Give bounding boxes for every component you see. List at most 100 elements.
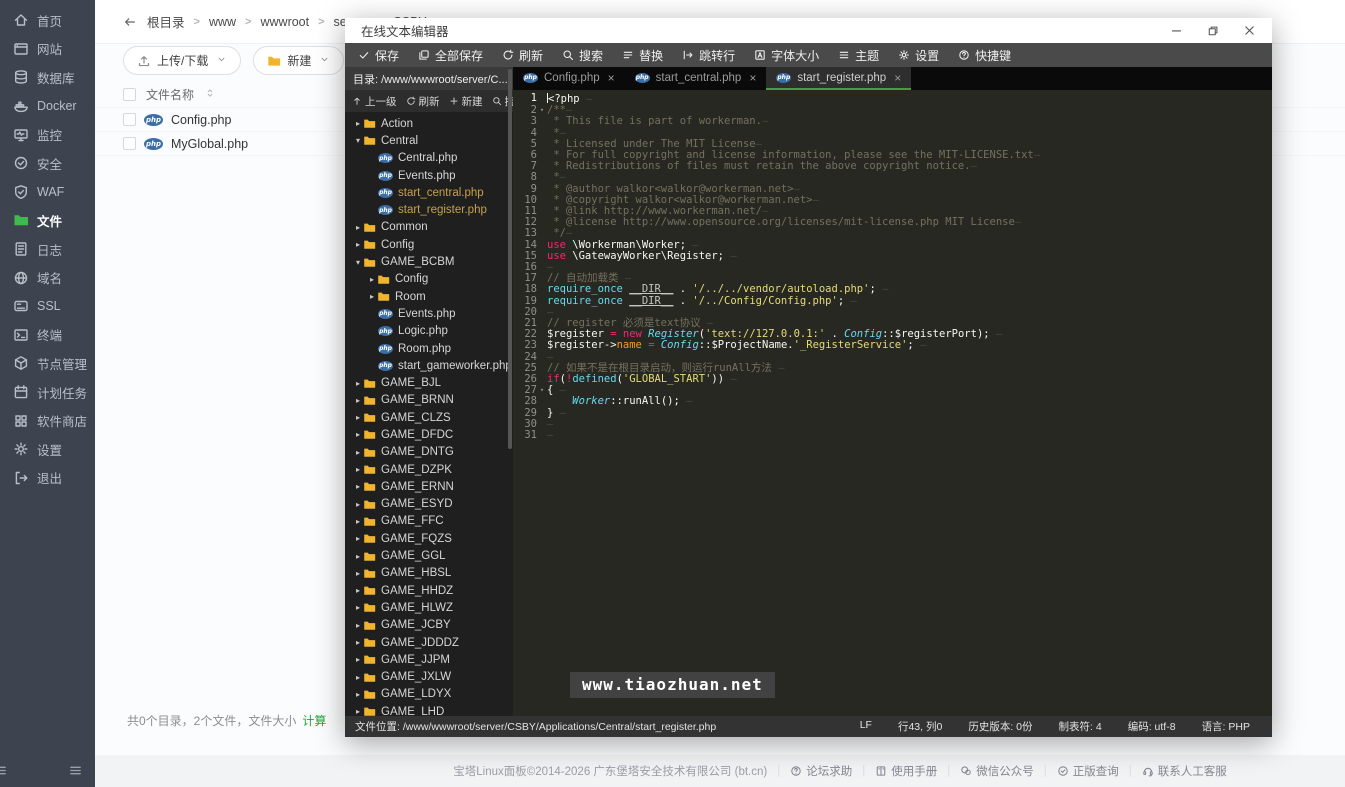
close-icon[interactable] (1243, 24, 1256, 37)
sidebar-item-日志[interactable]: 日志 (0, 235, 95, 264)
footer-link-联系人工客服[interactable]: 联系人工客服 (1142, 763, 1227, 779)
tree-folder-Config[interactable]: ▸Config (345, 236, 513, 253)
breadcrumb-item[interactable]: wwwroot (260, 15, 309, 29)
设置-button[interactable]: 设置 (898, 47, 939, 64)
tree-folder-GAME_DFDC[interactable]: ▸GAME_DFDC (345, 426, 513, 443)
tree-folder-GAME_JDDDZ[interactable]: ▸GAME_JDDDZ (345, 634, 513, 651)
tree-file-Events.php[interactable]: phpEvents.php (345, 167, 513, 184)
code-line[interactable]: 15use \GatewayWorker\Register; – (513, 251, 1272, 262)
tree-新建-button[interactable]: 新建 (449, 94, 483, 109)
collapse-menu-icon[interactable] (68, 763, 83, 783)
tree-folder-GAME_HBSL[interactable]: ▸GAME_HBSL (345, 565, 513, 582)
tree-file-Logic.php[interactable]: phpLogic.php (345, 323, 513, 340)
footer-link-论坛求助[interactable]: 论坛求助 (790, 763, 852, 779)
sidebar-item-WAF[interactable]: WAF (0, 178, 95, 207)
tree-folder-Common[interactable]: ▸Common (345, 219, 513, 236)
tree-folder-GAME_JCBY[interactable]: ▸GAME_JCBY (345, 617, 513, 634)
code-line[interactable]: 23$register->name = Config::$ProjectName… (513, 340, 1272, 351)
tree-folder-GAME_DNTG[interactable]: ▸GAME_DNTG (345, 444, 513, 461)
tree-folder-GAME_LDYX[interactable]: ▸GAME_LDYX (345, 686, 513, 703)
刷新-button[interactable]: 刷新 (502, 47, 543, 64)
sidebar-item-节点管理[interactable]: 节点管理 (0, 349, 95, 378)
tree-folder-GAME_GGL[interactable]: ▸GAME_GGL (345, 547, 513, 564)
code-line[interactable]: 12 * @license http://www.opensource.org/… (513, 217, 1272, 228)
上传/下载-button[interactable]: 上传/下载 (123, 46, 241, 75)
sidebar-item-首页[interactable]: 首页 (0, 6, 95, 35)
tree-file-start_register.php[interactable]: phpstart_register.php (345, 201, 513, 218)
tab-close-icon[interactable]: × (749, 71, 756, 85)
tab-close-icon[interactable]: × (608, 71, 615, 85)
sidebar-item-域名[interactable]: 域名 (0, 263, 95, 292)
code-line[interactable]: 29} – (513, 408, 1272, 419)
tree-folder-GAME_ESYD[interactable]: ▸GAME_ESYD (345, 496, 513, 513)
tree-folder-GAME_LHD[interactable]: ▸GAME_LHD (345, 703, 513, 716)
footer-link-微信公众号[interactable]: 微信公众号 (960, 763, 1034, 779)
tree-folder-GAME_BCBM[interactable]: ▾GAME_BCBM (345, 253, 513, 270)
新建-button[interactable]: 新建 (253, 46, 344, 75)
tree-folder-Action[interactable]: ▸Action (345, 115, 513, 132)
tree-folder-GAME_FFC[interactable]: ▸GAME_FFC (345, 513, 513, 530)
footer-link-使用手册[interactable]: 使用手册 (875, 763, 937, 779)
tree-刷新-button[interactable]: 刷新 (406, 94, 440, 109)
fold-caret-icon[interactable]: ▾ (537, 385, 547, 396)
tree-folder-GAME_HHDZ[interactable]: ▸GAME_HHDZ (345, 582, 513, 599)
tree-file-start_gameworker.php[interactable]: phpstart_gameworker.php (345, 357, 513, 374)
sort-icon[interactable] (204, 87, 216, 102)
select-all-checkbox[interactable] (123, 88, 136, 101)
sidebar-item-设置[interactable]: 设置 (0, 435, 95, 464)
sidebar-item-网站[interactable]: 网站 (0, 35, 95, 64)
code-line[interactable]: 28 Worker::runAll(); – (513, 396, 1272, 407)
sidebar-item-文件[interactable]: 文件 (0, 206, 95, 235)
tree-folder-GAME_CLZS[interactable]: ▸GAME_CLZS (345, 409, 513, 426)
code-line[interactable]: 31– (513, 430, 1272, 441)
搜索-button[interactable]: 搜索 (562, 47, 603, 64)
code-line[interactable]: 3 * This file is part of workerman.– (513, 116, 1272, 127)
保存-button[interactable]: 保存 (358, 47, 399, 64)
tree-folder-Room[interactable]: ▸Room (345, 288, 513, 305)
sidebar-item-SSL[interactable]: SSL (0, 292, 95, 321)
tab-close-icon[interactable]: × (894, 71, 901, 85)
maximize-icon[interactable] (1207, 24, 1219, 37)
tab-start_register.php[interactable]: phpstart_register.php× (766, 67, 911, 90)
字体大小-button[interactable]: 字体大小 (754, 47, 819, 64)
row-checkbox[interactable] (123, 137, 136, 150)
breadcrumb-item[interactable]: 根目录 (147, 12, 185, 31)
tab-start_central.php[interactable]: phpstart_central.php× (625, 67, 767, 90)
sidebar-item-安全[interactable]: 安全 (0, 149, 95, 178)
tree-file-start_central.php[interactable]: phpstart_central.php (345, 184, 513, 201)
替换-button[interactable]: 替换 (622, 47, 663, 64)
sidebar-item-终端[interactable]: 终端 (0, 321, 95, 350)
sidebar-item-软件商店[interactable]: 软件商店 (0, 406, 95, 435)
sidebar-item-退出[interactable]: 退出 (0, 464, 95, 493)
sidebar-item-Docker[interactable]: Docker (0, 92, 95, 121)
tree-file-Events.php[interactable]: phpEvents.php (345, 305, 513, 322)
sidebar-item-监控[interactable]: 监控 (0, 120, 95, 149)
filename-column-header[interactable]: 文件名称 (146, 86, 194, 103)
tree-file-Central.php[interactable]: phpCentral.php (345, 150, 513, 167)
code-line[interactable]: 26if(!defined('GLOBAL_START')) – (513, 374, 1272, 385)
tree-scrollbar[interactable] (508, 69, 512, 449)
主题-button[interactable]: 主题 (838, 47, 879, 64)
tree-上一级-button[interactable]: 上一级 (352, 94, 397, 109)
tree-folder-GAME_ERNN[interactable]: ▸GAME_ERNN (345, 478, 513, 495)
row-checkbox[interactable] (123, 113, 136, 126)
code-line[interactable]: 7 * Redistributions of files must retain… (513, 161, 1272, 172)
code-line[interactable]: 1<?php – (513, 93, 1272, 105)
tree-folder-GAME_BJL[interactable]: ▸GAME_BJL (345, 374, 513, 391)
code-line[interactable]: 30– (513, 419, 1272, 430)
minimize-icon[interactable] (1170, 24, 1183, 37)
code-editor[interactable]: ‹ 1<?php –2▾/**–3 * This file is part of… (513, 90, 1272, 716)
tree-folder-GAME_DZPK[interactable]: ▸GAME_DZPK (345, 461, 513, 478)
tree-folder-GAME_JJPM[interactable]: ▸GAME_JJPM (345, 651, 513, 668)
tab-Config.php[interactable]: phpConfig.php× (513, 67, 625, 90)
tree-folder-GAME_FQZS[interactable]: ▸GAME_FQZS (345, 530, 513, 547)
tree-folder-GAME_HLWZ[interactable]: ▸GAME_HLWZ (345, 599, 513, 616)
fold-caret-icon[interactable]: ▾ (537, 105, 547, 116)
tree-folder-GAME_JXLW[interactable]: ▸GAME_JXLW (345, 669, 513, 686)
calculate-size-link[interactable]: 计算 (302, 714, 326, 728)
全部保存-button[interactable]: 全部保存 (418, 47, 483, 64)
tree-file-Room.php[interactable]: phpRoom.php (345, 340, 513, 357)
code-line[interactable]: 19require_once __DIR__ . '/../Config/Con… (513, 296, 1272, 307)
menu-icon[interactable] (0, 763, 8, 783)
breadcrumb-item[interactable]: www (209, 15, 236, 29)
